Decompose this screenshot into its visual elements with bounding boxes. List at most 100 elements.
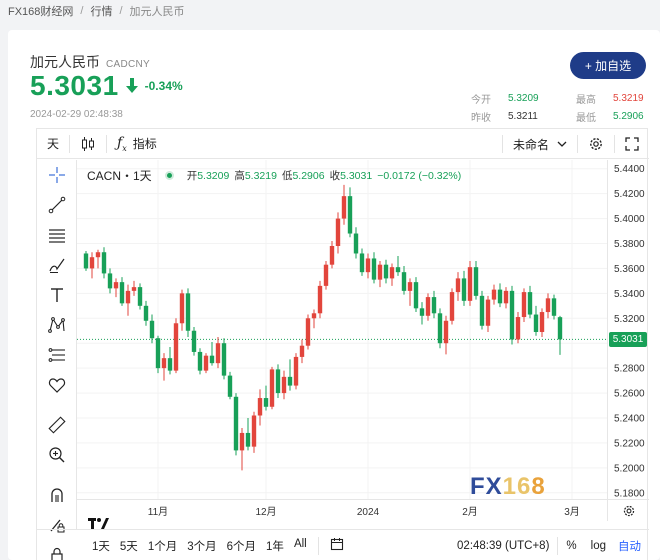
- text-icon: [51, 288, 63, 302]
- pattern-tool[interactable]: [37, 310, 77, 340]
- indicators-button[interactable]: ƒx 指标: [107, 129, 167, 159]
- x-tick-label: 3月: [564, 506, 580, 518]
- current-price: 5.3031: [30, 70, 119, 101]
- layout-name-button[interactable]: 未命名: [503, 129, 577, 159]
- market-status-dot: [164, 171, 174, 180]
- candle-body: [317, 285, 323, 314]
- range-button[interactable]: 1年: [261, 538, 289, 554]
- candle-body: [179, 293, 185, 324]
- measure-lines-tool[interactable]: [37, 340, 77, 370]
- text-tool[interactable]: [37, 280, 77, 310]
- candle-body: [335, 218, 341, 246]
- breadcrumb-separator: /: [80, 5, 84, 17]
- candle-body: [533, 314, 539, 332]
- zoom-tool[interactable]: [37, 440, 77, 470]
- range-button[interactable]: 1天: [87, 538, 115, 554]
- candle-body: [347, 196, 353, 234]
- trend-line-icon: [48, 196, 66, 214]
- candle: [125, 284, 131, 316]
- candle-body: [479, 295, 485, 326]
- candle-body: [539, 312, 545, 332]
- candle-body: [275, 369, 281, 394]
- price-axis[interactable]: 5.4400 5.4200 5.4000 5.3800 5.3600 5.3400 5.32…: [607, 160, 649, 499]
- auto-scale-button[interactable]: 自动: [612, 538, 649, 554]
- horizontal-lines-tool[interactable]: [37, 220, 77, 250]
- magnet-tool[interactable]: [37, 480, 77, 510]
- candle: [377, 260, 383, 288]
- candle: [209, 341, 215, 366]
- candle-body: [383, 264, 389, 279]
- brush-icon: [49, 258, 65, 273]
- candle-body: [551, 298, 557, 316]
- candle-body: [449, 292, 455, 321]
- candle-body: [239, 432, 245, 451]
- date-range-button[interactable]: [325, 537, 349, 554]
- candle: [305, 314, 311, 350]
- tradingview-logo[interactable]: [88, 516, 110, 533]
- y-tick-label: 5.2200: [614, 438, 645, 449]
- interval-button[interactable]: 天: [37, 129, 69, 159]
- candle-body: [257, 398, 263, 416]
- candle: [101, 247, 107, 279]
- candle-style-button[interactable]: [70, 129, 106, 159]
- breadcrumb-site[interactable]: FX168财经网: [8, 3, 73, 19]
- fx168-watermark: FX168: [470, 473, 546, 501]
- time-axis[interactable]: 11月 12月 2024 2月 3月: [77, 499, 607, 521]
- range-button[interactable]: 3个月: [182, 538, 221, 554]
- pattern-icon: [48, 317, 65, 333]
- range-button[interactable]: 6个月: [222, 538, 261, 554]
- candle: [227, 371, 233, 400]
- candle-body: [155, 338, 161, 369]
- range-button[interactable]: All: [289, 538, 312, 554]
- price-plot[interactable]: [77, 160, 607, 499]
- breadcrumb-section[interactable]: 行情: [90, 3, 112, 19]
- candle: [185, 288, 191, 337]
- candle-body: [107, 273, 113, 289]
- candle-body: [287, 376, 293, 386]
- candle: [467, 260, 473, 306]
- quote-card: 加元人民币 CADCNY 5.3031 -0.34% 2024-02-29 02…: [8, 30, 660, 560]
- range-button[interactable]: 5天: [115, 538, 143, 554]
- candle: [431, 290, 437, 319]
- candle-body: [431, 297, 437, 314]
- crosshair-tool[interactable]: [37, 160, 77, 190]
- favorite-tool[interactable]: [37, 370, 77, 400]
- axis-settings-button[interactable]: [607, 499, 649, 521]
- settings-button[interactable]: [578, 129, 614, 159]
- candle-body: [467, 267, 473, 301]
- candle: [419, 302, 425, 325]
- add-watchlist-button[interactable]: + 加自选: [570, 52, 646, 79]
- candle: [161, 353, 167, 381]
- legend-low: 5.2906: [292, 169, 325, 182]
- range-button[interactable]: 1个月: [143, 538, 182, 554]
- brush-tool[interactable]: [37, 250, 77, 280]
- candle-body: [527, 292, 533, 315]
- fullscreen-button[interactable]: [615, 129, 649, 159]
- high-label: 最高: [576, 94, 596, 106]
- candle: [275, 364, 281, 399]
- candle: [263, 385, 269, 411]
- ruler-tool[interactable]: [37, 410, 77, 440]
- candle-body: [293, 356, 299, 386]
- candle: [83, 250, 89, 271]
- candle: [353, 227, 359, 259]
- watermark-fx: FX: [470, 473, 503, 500]
- candle: [551, 294, 557, 320]
- candle: [107, 268, 113, 294]
- percent-scale-button[interactable]: %: [558, 540, 584, 552]
- watermark-16: 16: [502, 473, 532, 500]
- trend-line-tool[interactable]: [37, 190, 77, 220]
- candle-body: [323, 264, 329, 286]
- candle-body: [173, 323, 179, 371]
- candle-body: [209, 355, 215, 364]
- candle: [89, 252, 95, 279]
- candle-body: [395, 267, 401, 273]
- candle-body: [281, 376, 287, 394]
- candle-body: [419, 308, 425, 316]
- indicators-label: 指标: [132, 137, 157, 151]
- clock[interactable]: 02:48:39 (UTC+8): [457, 540, 549, 552]
- legend-close-label: 收: [329, 170, 341, 182]
- candle-body: [515, 317, 521, 340]
- log-scale-button[interactable]: log: [585, 540, 612, 552]
- candle: [287, 359, 293, 391]
